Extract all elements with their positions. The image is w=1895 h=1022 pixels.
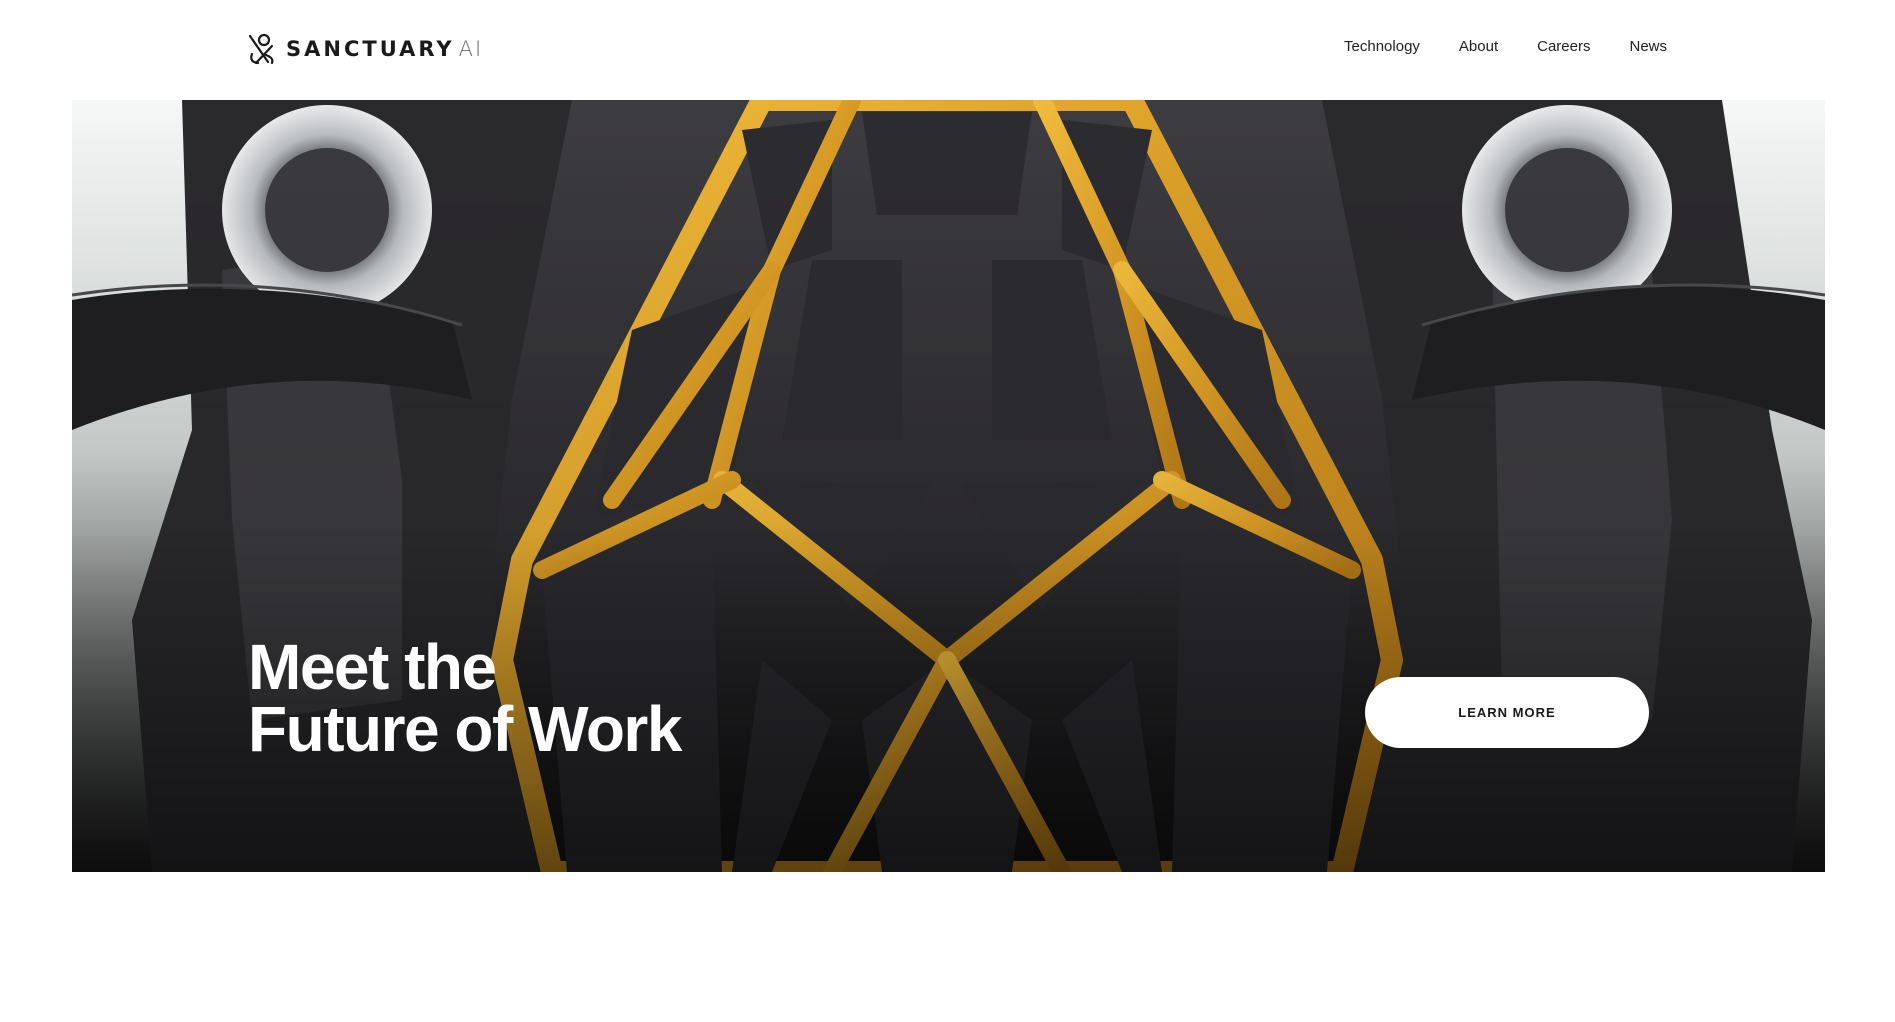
- brand-name: SANCTUARY AI: [286, 37, 484, 61]
- nav-item-careers[interactable]: Careers: [1537, 38, 1590, 55]
- hero-heading-line-1: Meet the: [248, 631, 497, 703]
- page: SANCTUARY AI Technology About Careers New…: [0, 0, 1895, 1022]
- main-nav: Technology About Careers News: [1344, 38, 1667, 55]
- hero-heading-line-2: Future of Work: [248, 693, 682, 765]
- site-header: SANCTUARY AI Technology About Careers New…: [0, 0, 1895, 100]
- nav-item-technology[interactable]: Technology: [1344, 38, 1420, 55]
- nav-item-about[interactable]: About: [1459, 38, 1498, 55]
- hero-section: Meet the Future of Work LEARN MORE: [72, 100, 1825, 872]
- sanctuary-logo-icon: [248, 33, 274, 65]
- hero-heading: Meet the Future of Work: [248, 631, 682, 765]
- nav-item-news[interactable]: News: [1629, 38, 1667, 55]
- brand-logo[interactable]: SANCTUARY AI: [246, 31, 483, 67]
- learn-more-button[interactable]: LEARN MORE: [1365, 677, 1649, 748]
